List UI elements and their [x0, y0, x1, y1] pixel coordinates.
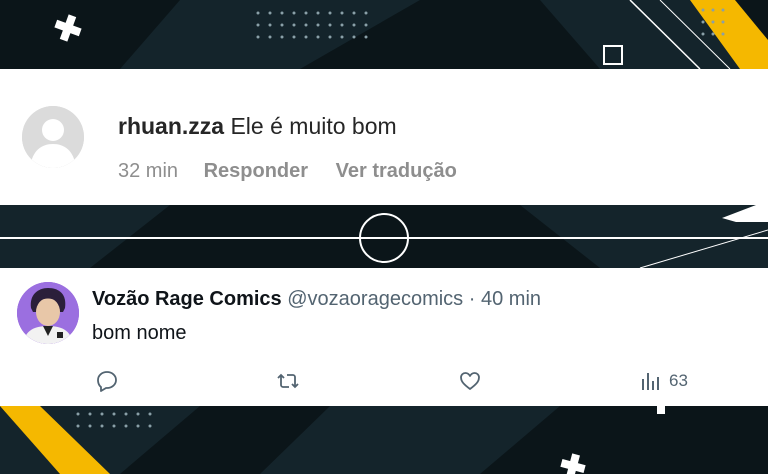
views-count: 63: [669, 371, 688, 390]
views-button[interactable]: 63: [639, 368, 688, 394]
like-icon: [460, 372, 480, 390]
reply-button[interactable]: Responder: [204, 160, 308, 183]
comment-meta: 32 min Responder Ver tradução: [118, 160, 457, 183]
tweet-separator: ·: [468, 288, 476, 310]
translate-button[interactable]: Ver tradução: [336, 160, 457, 183]
divider-circle: [359, 213, 409, 263]
reply-button[interactable]: [95, 368, 119, 394]
tweet-card: Vozão Rage Comics @vozaoragecomics · 40 …: [0, 268, 768, 406]
tweet-handle[interactable]: @vozaoragecomics: [287, 288, 463, 310]
comment-time: 32 min: [118, 160, 179, 182]
comment-text: Ele é muito bom: [230, 113, 397, 139]
avatar[interactable]: [17, 282, 79, 344]
views-icon: [642, 373, 659, 390]
like-button[interactable]: [458, 368, 482, 394]
instagram-comment-card: rhuan.zza Ele é muito bom 32 min Respond…: [0, 69, 768, 205]
retweet-icon: [277, 373, 299, 389]
profile-picture-icon: [17, 282, 79, 344]
default-avatar-icon: [22, 106, 84, 168]
comment-line: rhuan.zza Ele é muito bom: [118, 113, 397, 140]
reply-icon: [97, 371, 117, 392]
avatar[interactable]: [22, 106, 84, 168]
comment-username[interactable]: rhuan.zza: [118, 113, 224, 139]
tweet-text: bom nome: [92, 322, 187, 344]
tweet-time[interactable]: 40 min: [481, 288, 541, 310]
retweet-button[interactable]: [276, 368, 300, 394]
tweet-display-name[interactable]: Vozão Rage Comics: [92, 288, 282, 310]
tweet-header: Vozão Rage Comics @vozaoragecomics · 40 …: [92, 288, 541, 311]
